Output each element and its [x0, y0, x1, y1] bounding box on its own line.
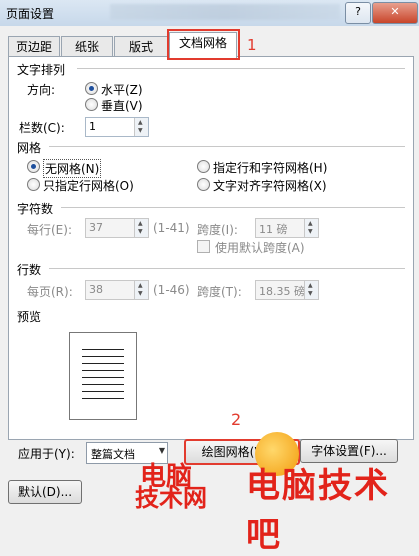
- close-icon: ✕: [390, 5, 400, 18]
- line-pitch-stepper[interactable]: 18.35 磅 ▲ ▼: [255, 280, 319, 300]
- no-grid-label[interactable]: 无网格(N): [43, 159, 102, 178]
- per-page-stepper[interactable]: 38 ▲ ▼: [85, 280, 149, 300]
- line-char-grid-label[interactable]: 指定行和字符网格(H): [213, 159, 327, 176]
- annotation-box-1: [167, 29, 240, 60]
- tab-layout[interactable]: 版式: [114, 36, 168, 57]
- preview-thumbnail: [69, 332, 137, 420]
- per-page-label: 每页(R):: [27, 285, 73, 299]
- line-char-grid-radio[interactable]: [197, 160, 210, 173]
- no-grid-radio[interactable]: [27, 160, 40, 173]
- snap-char-grid-label[interactable]: 文字对齐字符网格(X): [213, 177, 327, 194]
- preview-line: [82, 370, 124, 371]
- char-pitch-value: 11 磅: [259, 223, 288, 236]
- spin-arrows[interactable]: ▲ ▼: [134, 219, 148, 237]
- grid-heading: 网格: [17, 141, 42, 155]
- horizontal-label[interactable]: 水平(Z): [101, 81, 143, 98]
- annotation-label-1: 1: [247, 36, 257, 54]
- dropdown-arrow-icon: ▼: [158, 446, 165, 455]
- vertical-radio[interactable]: [85, 98, 98, 111]
- char-pitch-stepper[interactable]: 11 磅 ▲ ▼: [255, 218, 319, 238]
- line-pitch-label: 跨度(T):: [197, 285, 242, 299]
- annotation-label-2: 2: [231, 410, 242, 429]
- per-line-value: 37: [89, 221, 103, 234]
- up-arrow-icon: ▲: [138, 282, 143, 289]
- spin-arrows[interactable]: ▲ ▼: [304, 281, 318, 299]
- preview-line: [82, 391, 124, 392]
- columns-value: 1: [89, 120, 96, 133]
- use-default-pitch-label[interactable]: 使用默认跨度(A): [215, 239, 305, 256]
- vertical-label[interactable]: 垂直(V): [101, 97, 143, 114]
- line-grid-radio[interactable]: [27, 178, 40, 191]
- horizontal-radio[interactable]: [85, 82, 98, 95]
- per-page-value: 38: [89, 283, 103, 296]
- preview-heading: 预览: [17, 310, 42, 324]
- down-arrow-icon: ▼: [138, 228, 143, 235]
- spin-arrows[interactable]: ▲ ▼: [134, 281, 148, 299]
- line-grid-label[interactable]: 只指定行网格(O): [43, 177, 134, 194]
- direction-label: 方向:: [27, 83, 56, 97]
- spin-arrows[interactable]: ▲ ▼: [134, 118, 148, 136]
- preview-line: [82, 384, 124, 385]
- preview-line: [82, 363, 124, 364]
- lines-heading: 行数: [17, 263, 42, 277]
- up-arrow-icon: ▲: [308, 282, 313, 289]
- per-line-range: (1-41): [153, 221, 190, 235]
- spin-arrows[interactable]: ▲ ▼: [304, 219, 318, 237]
- down-arrow-icon: ▼: [138, 127, 143, 134]
- up-arrow-icon: ▲: [138, 119, 143, 126]
- down-arrow-icon: ▼: [308, 290, 313, 297]
- help-button[interactable]: ?: [345, 2, 371, 24]
- up-arrow-icon: ▲: [138, 220, 143, 227]
- columns-stepper[interactable]: 1 ▲ ▼: [85, 117, 149, 137]
- apply-to-value: 整篇文档: [91, 448, 135, 461]
- title-bar-blur: [110, 4, 340, 20]
- per-line-stepper[interactable]: 37 ▲ ▼: [85, 218, 149, 238]
- per-line-label: 每行(E):: [27, 223, 72, 237]
- apply-to-label: 应用于(Y):: [18, 447, 75, 461]
- down-arrow-icon: ▼: [138, 290, 143, 297]
- char-pitch-label: 跨度(I):: [197, 223, 238, 237]
- preview-line: [82, 398, 124, 399]
- preview-line: [82, 349, 124, 350]
- divider: [77, 68, 405, 69]
- use-default-pitch-checkbox[interactable]: [197, 240, 210, 253]
- preview-line: [82, 377, 124, 378]
- tab-margins[interactable]: 页边距: [8, 36, 60, 57]
- per-page-range: (1-46): [153, 283, 190, 297]
- line-pitch-value: 18.35 磅: [259, 285, 305, 298]
- divider: [49, 268, 405, 269]
- tab-paper[interactable]: 纸张: [61, 36, 113, 57]
- chars-heading: 字符数: [17, 202, 54, 216]
- preview-line: [82, 356, 124, 357]
- text-direction-heading: 文字排列: [17, 63, 66, 77]
- title-bar: 页面设置 ? ✕: [0, 0, 419, 26]
- close-button[interactable]: ✕: [372, 2, 418, 24]
- down-arrow-icon: ▼: [308, 228, 313, 235]
- default-button[interactable]: 默认(D)...: [8, 480, 82, 504]
- up-arrow-icon: ▲: [308, 220, 313, 227]
- window-title: 页面设置: [6, 7, 55, 21]
- watermark-text-3: 电脑技术吧: [246, 466, 390, 555]
- divider: [61, 207, 405, 208]
- divider: [49, 146, 405, 147]
- help-icon: ?: [355, 5, 361, 18]
- columns-label: 栏数(C):: [19, 121, 65, 135]
- snap-char-grid-radio[interactable]: [197, 178, 210, 191]
